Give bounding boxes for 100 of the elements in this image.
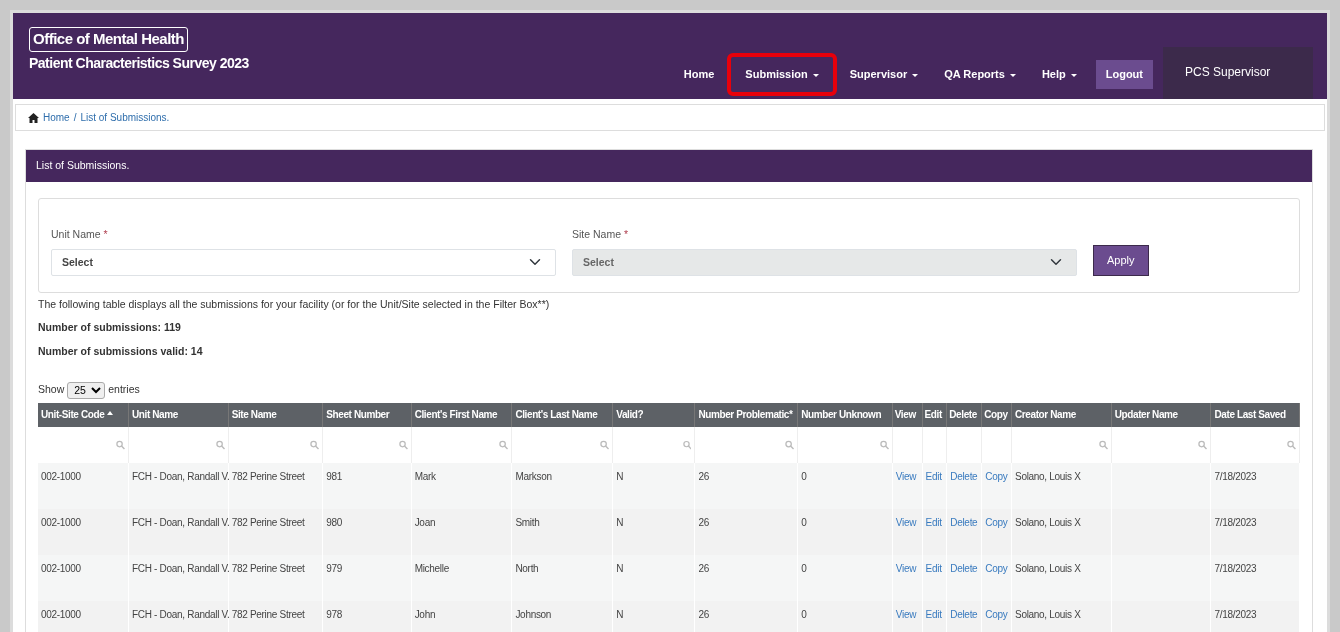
table-cell: 0 — [797, 509, 893, 556]
action-link[interactable]: Copy — [985, 471, 1008, 483]
table-cell: 002-1000 — [38, 601, 129, 632]
table-cell: 7/18/2023 — [1210, 463, 1300, 510]
logout-button[interactable]: Logout — [1095, 60, 1153, 89]
table-cell: 0 — [797, 555, 893, 602]
table-cell: N — [612, 509, 695, 556]
column-header[interactable]: Creator Name — [1011, 402, 1112, 428]
action-link[interactable]: Delete — [950, 517, 978, 529]
table-cell: 979 — [322, 555, 412, 602]
search-icon — [1098, 440, 1108, 451]
action-link[interactable]: View — [895, 517, 917, 529]
column-header[interactable]: View — [892, 402, 923, 428]
search-icon — [1287, 440, 1296, 451]
table-cell: 980 — [322, 509, 412, 556]
field-label: Site Name * — [572, 226, 630, 242]
column-header[interactable]: Unit Name — [128, 402, 229, 428]
column-header[interactable]: Number Problematic* — [694, 402, 798, 428]
table-cell: N — [612, 463, 695, 510]
nav-link[interactable]: Home — [670, 56, 728, 93]
user-name: PCS Supervisor — [1163, 47, 1313, 99]
breadcrumb-link[interactable]: List of Submissions. — [80, 110, 170, 125]
table-cell: North — [511, 555, 613, 602]
table-cell: 002-1000 — [38, 509, 129, 556]
action-link[interactable]: View — [895, 471, 917, 483]
search-icon — [499, 440, 509, 451]
table-cell: 26 — [694, 555, 798, 602]
action-link[interactable]: Edit — [925, 517, 942, 529]
action-link[interactable]: Delete — [950, 471, 978, 483]
table-cell: Solano, Louis X — [1011, 463, 1112, 510]
table-cell: 26 — [694, 601, 798, 632]
table-cell: 782 Perine Street — [228, 509, 323, 556]
table-cell: FCH - Doan, Randall V. — [128, 601, 229, 632]
breadcrumb-separator: / — [73, 111, 77, 125]
column-header[interactable]: Sheet Number — [322, 402, 412, 428]
home-icon — [28, 112, 39, 123]
column-header[interactable]: Number Unknown — [797, 402, 893, 428]
nav-dropdown[interactable]: Supervisor — [836, 56, 932, 93]
table-cell: 002-1000 — [38, 555, 129, 602]
description-text: The following table displays all the submissions for your facility (or for the Unit/Site selected in the Filter Box**) — [38, 296, 551, 312]
table-cell: Markson — [511, 463, 613, 510]
field-label: Unit Name * — [51, 226, 109, 242]
table-cell: Michelle — [411, 555, 512, 602]
search-icon — [785, 440, 795, 451]
table-cell: Solano, Louis X — [1011, 601, 1112, 632]
column-header[interactable]: Edit — [922, 402, 947, 428]
table-cell: 782 Perine Street — [228, 601, 323, 632]
table-cell: Mark — [411, 463, 512, 510]
action-link[interactable]: Edit — [925, 563, 942, 575]
column-header[interactable]: Unit-Site Code — [38, 402, 129, 428]
table-cell: Solano, Louis X — [1011, 509, 1112, 556]
table-cell: Smith — [511, 509, 613, 556]
table-cell: 978 — [322, 601, 412, 632]
site-subtitle: Patient Characteristics Survey 2023 — [29, 53, 249, 73]
nav-dropdown[interactable]: QA Reports — [931, 56, 1029, 93]
entries-select[interactable]: 25 — [67, 381, 106, 399]
entries-label: entries — [108, 382, 140, 398]
table-cell: FCH - Doan, Randall V. — [128, 463, 229, 510]
search-icon — [116, 440, 125, 451]
column-header[interactable]: Client's Last Name — [511, 402, 613, 428]
table-cell: 782 Perine Street — [228, 463, 323, 510]
column-header[interactable]: Updater Name — [1111, 402, 1211, 428]
apply-button[interactable]: Apply — [1093, 245, 1149, 276]
nav-dropdown[interactable]: Help — [1028, 56, 1090, 93]
search-icon — [682, 440, 692, 451]
table-cell: 26 — [694, 463, 798, 510]
site-title[interactable]: Office of Mental Health — [29, 27, 189, 52]
select-field[interactable]: Select — [51, 248, 556, 276]
panel-title: List of Submissions. — [26, 150, 1312, 182]
action-link[interactable]: Delete — [950, 563, 978, 575]
search-icon — [600, 440, 610, 451]
search-icon — [215, 440, 225, 451]
table-cell: Solano, Louis X — [1011, 555, 1112, 602]
stat-text: Number of submissions valid: 14 — [38, 344, 204, 359]
table-cell: 002-1000 — [38, 463, 129, 510]
table-cell: FCH - Doan, Randall V. — [128, 509, 229, 556]
table-cell: FCH - Doan, Randall V. — [128, 555, 229, 602]
show-label: Show — [38, 382, 65, 398]
breadcrumb-link[interactable]: Home — [43, 110, 70, 125]
table-cell: 7/18/2023 — [1210, 509, 1300, 556]
action-link[interactable]: Edit — [925, 471, 942, 483]
table-cell: N — [612, 555, 695, 602]
column-header[interactable]: Date Last Saved — [1210, 402, 1300, 428]
search-icon — [1198, 440, 1208, 451]
action-link[interactable]: Copy — [985, 563, 1008, 575]
search-icon — [879, 440, 889, 451]
action-link[interactable]: Copy — [985, 517, 1008, 529]
search-icon — [398, 440, 408, 451]
action-link[interactable]: View — [895, 563, 917, 575]
table-cell: Johnson — [511, 601, 613, 632]
column-header[interactable]: Copy — [981, 402, 1012, 428]
column-header[interactable]: Site Name — [228, 402, 323, 428]
nav-dropdown[interactable]: Submission — [727, 53, 837, 96]
table-cell: 0 — [797, 601, 893, 632]
column-header[interactable]: Client's First Name — [411, 402, 512, 428]
table-cell: 0 — [797, 463, 893, 510]
column-header[interactable]: Delete — [946, 402, 982, 428]
column-header[interactable]: Valid? — [612, 402, 695, 428]
table-cell: John — [411, 601, 512, 632]
table-cell: N — [612, 601, 695, 632]
